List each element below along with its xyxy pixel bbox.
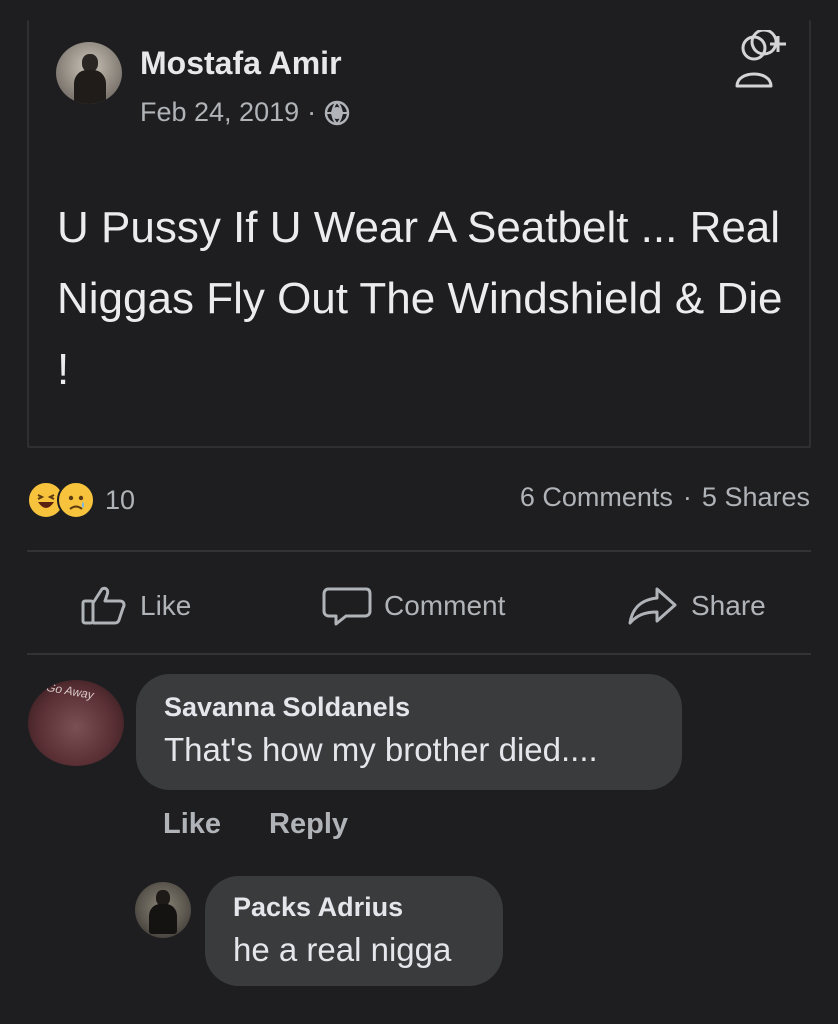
comment-bubble: Savanna Soldanels That's how my brother … xyxy=(136,674,682,790)
comment-like-button[interactable]: Like xyxy=(163,808,221,841)
stats-separator: · xyxy=(682,482,692,512)
facebook-post-screen: Mostafa Amir Feb 24, 2019 · U Pussy If U… xyxy=(0,0,838,1024)
comments-count-link[interactable]: 6 Comments xyxy=(520,482,673,513)
globe-icon xyxy=(324,100,350,126)
avatar-caption: Go Away xyxy=(45,680,95,703)
reply-text: he a real nigga xyxy=(233,931,452,968)
comment-actions: Like Reply xyxy=(163,808,348,841)
comment-button[interactable]: Comment xyxy=(322,584,505,628)
like-button[interactable]: Like xyxy=(80,584,191,628)
divider-bottom xyxy=(27,653,811,655)
reply-author-name[interactable]: Packs Adrius xyxy=(233,892,475,923)
comment-bubble-icon xyxy=(322,587,372,626)
commenter-name[interactable]: Savanna Soldanels xyxy=(164,692,654,723)
author-name[interactable]: Mostafa Amir xyxy=(140,45,342,82)
share-button[interactable]: Share xyxy=(627,584,766,628)
meta-separator: · xyxy=(307,97,317,127)
reactions-summary[interactable]: 10 xyxy=(27,480,135,520)
reply-avatar[interactable] xyxy=(135,882,191,938)
comment-reply-button[interactable]: Reply xyxy=(269,808,348,841)
post-date[interactable]: Feb 24, 2019 xyxy=(140,97,299,128)
share-button-label: Share xyxy=(691,590,766,621)
post-stats: 6 Comments · 5 Shares xyxy=(520,482,810,513)
sad-emoji-icon xyxy=(57,481,95,519)
share-arrow-icon xyxy=(628,587,677,625)
comment-button-label: Comment xyxy=(384,590,506,621)
like-button-label: Like xyxy=(140,590,192,621)
thumbs-up-icon xyxy=(81,586,126,625)
divider-top xyxy=(27,550,811,552)
add-friend-icon[interactable] xyxy=(734,28,792,92)
reply-bubble: Packs Adrius he a real nigga xyxy=(205,876,503,986)
post-meta: Feb 24, 2019 · xyxy=(140,97,350,128)
post-text: U Pussy If U Wear A Seatbelt ... Real Ni… xyxy=(57,203,783,394)
reaction-count: 10 xyxy=(105,484,136,515)
commenter-avatar[interactable]: Go Away xyxy=(28,680,124,766)
comment-text: That's how my brother died.... xyxy=(164,731,598,768)
author-avatar[interactable] xyxy=(56,42,122,104)
shares-count-link[interactable]: 5 Shares xyxy=(702,482,810,513)
